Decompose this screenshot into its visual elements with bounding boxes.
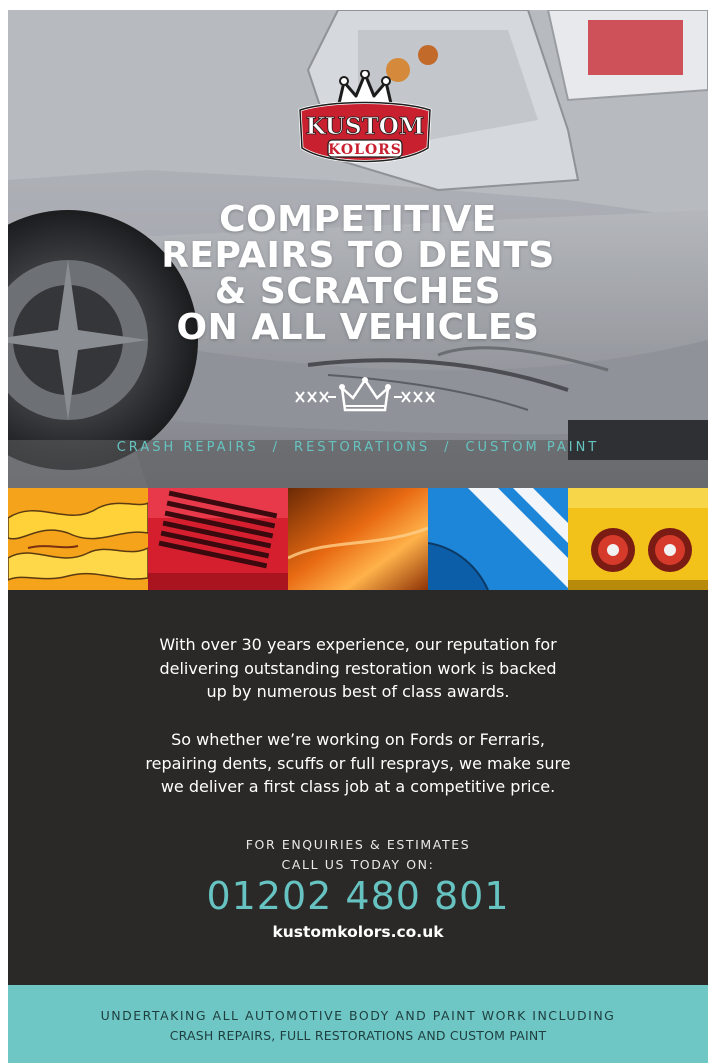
intro-line: With over 30 years experience, our reput… [159,635,557,654]
hero-banner: KUSTOM KOLORS COMPETITIVE REPAIRS TO DEN… [8,10,708,488]
thumbnail-strip [8,488,708,590]
intro-line: So whether we’re working on Fords or Fer… [171,730,545,749]
thumbnail-blue-stripes [428,488,568,590]
crown-badge-icon: KUSTOM KOLORS [298,69,432,163]
thumbnail-red-vents [148,488,288,590]
logo-line2: KOLORS [328,142,402,158]
headline-line: COMPETITIVE [219,199,497,240]
footer-banner: UNDERTAKING ALL AUTOMOTIVE BODY AND PAIN… [8,985,708,1063]
thumbnail-flame-paint [8,488,148,590]
service-custom-paint: CUSTOM PAINT [465,440,600,455]
kustom-kolors-logo: KUSTOM KOLORS [290,69,440,174]
services-list: CRASH REPAIRS / RESTORATIONS / CUSTOM PAINT [8,440,708,455]
headline-line: REPAIRS TO DENTS [161,235,555,276]
crown-divider [290,376,440,416]
enquiries-heading: FOR ENQUIRIES & ESTIMATES CALL US TODAY … [8,835,708,875]
intro-line: up by numerous best of class awards. [206,682,510,701]
intro-line: we deliver a first class job at a compet… [160,777,556,796]
footer-line-2: CRASH REPAIRS, FULL RESTORATIONS AND CUS… [169,1028,547,1043]
enquiries-line-2: CALL US TODAY ON: [281,857,435,872]
intro-line: delivering outstanding restoration work … [159,658,557,678]
services-separator: / [272,440,281,455]
service-restorations: RESTORATIONS [294,440,431,455]
intro-paragraph-1: With over 30 years experience, our reput… [8,633,708,704]
crown-icon [295,377,435,412]
services-separator: / [444,440,452,455]
info-section: With over 30 years experience, our reput… [8,590,708,985]
headline: COMPETITIVE REPAIRS TO DENTS & SCRATCHES… [8,202,708,346]
logo-line1: KUSTOM [306,113,424,140]
headline-line: & SCRATCHES [214,271,502,312]
thumbnail-orange-gloss [288,488,428,590]
website-link[interactable]: kustomkolors.co.uk [8,923,708,941]
intro-paragraph-2: So whether we’re working on Fords or Fer… [8,728,708,799]
footer-line-1: UNDERTAKING ALL AUTOMOTIVE BODY AND PAIN… [100,1008,616,1023]
enquiries-line-1: FOR ENQUIRIES & ESTIMATES [245,837,471,852]
intro-line: repairing dents, scuffs or full resprays… [145,753,571,773]
service-crash-repairs: CRASH REPAIRS [116,440,259,455]
phone-number[interactable]: 01202 480 801 [8,874,708,918]
headline-line: ON ALL VEHICLES [176,307,540,348]
thumbnail-yellow-taillights [568,488,708,590]
